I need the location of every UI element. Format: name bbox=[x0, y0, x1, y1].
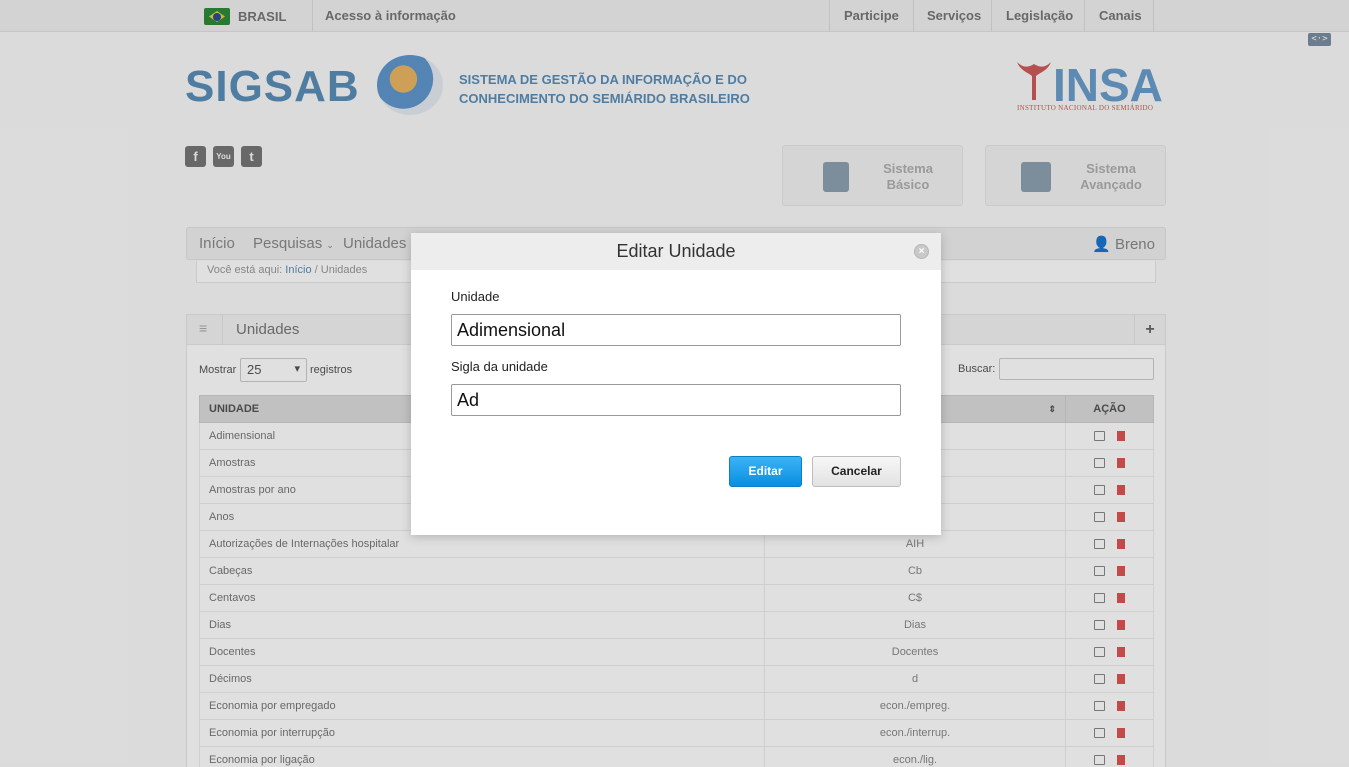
unidade-input[interactable] bbox=[451, 314, 901, 346]
cancel-button[interactable]: Cancelar bbox=[812, 456, 901, 487]
close-icon[interactable]: × bbox=[914, 244, 929, 259]
sigla-input[interactable] bbox=[451, 384, 901, 416]
dialog-title: Editar Unidade bbox=[616, 241, 736, 261]
edit-submit-button[interactable]: Editar bbox=[729, 456, 802, 487]
unidade-label: Unidade bbox=[451, 289, 500, 304]
sigla-label: Sigla da unidade bbox=[451, 359, 548, 374]
edit-unit-dialog: Editar Unidade × Unidade Sigla da unidad… bbox=[411, 233, 941, 535]
dialog-header: Editar Unidade × bbox=[411, 233, 941, 270]
